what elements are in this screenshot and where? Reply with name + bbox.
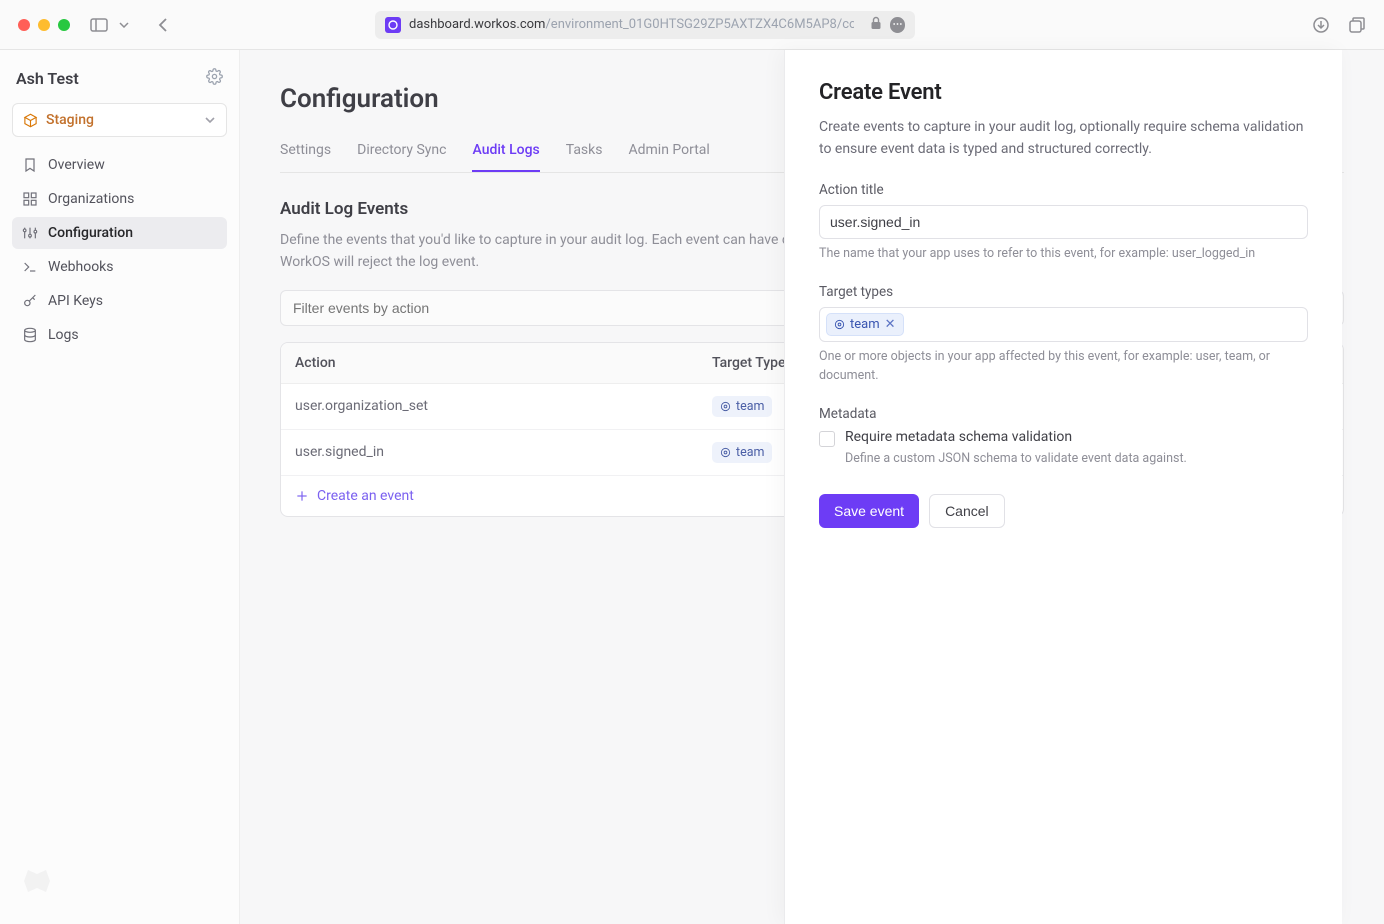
- tab-settings[interactable]: Settings: [280, 136, 331, 172]
- tab-tasks[interactable]: Tasks: [566, 136, 603, 172]
- panel-desc: Create events to capture in your audit l…: [819, 117, 1308, 160]
- lock-icon: [870, 16, 882, 34]
- action-title-help: The name that your app uses to refer to …: [819, 245, 1308, 264]
- gear-icon[interactable]: [206, 68, 223, 89]
- target-types-label: Target types: [819, 284, 1308, 300]
- environment-label: Staging: [46, 112, 94, 128]
- maximize-window-button[interactable]: [58, 19, 70, 31]
- create-event-label: Create an event: [317, 488, 414, 504]
- address-bar[interactable]: dashboard.workos.com/environment_01G0HTS…: [375, 11, 915, 39]
- nav-logs[interactable]: Logs: [12, 319, 227, 351]
- grid-icon: [22, 191, 38, 207]
- panel-title: Create Event: [819, 80, 1308, 105]
- url-domain: dashboard.workos.com: [409, 17, 545, 32]
- cancel-button[interactable]: Cancel: [929, 494, 1005, 528]
- tabs-icon[interactable]: [1348, 16, 1366, 34]
- sliders-icon: [22, 225, 38, 241]
- sidebar: Ash Test Staging Overview Organizations: [0, 50, 240, 924]
- back-button[interactable]: [154, 16, 172, 34]
- target-icon: [834, 319, 845, 330]
- remove-chip-icon[interactable]: ✕: [885, 317, 896, 332]
- nav-organizations[interactable]: Organizations: [12, 183, 227, 215]
- tab-directory-sync[interactable]: Directory Sync: [357, 136, 446, 172]
- metadata-checkbox-help: Define a custom JSON schema to validate …: [845, 451, 1308, 466]
- target-icon: [720, 401, 731, 412]
- close-window-button[interactable]: [18, 19, 30, 31]
- plus-icon: [295, 489, 309, 503]
- minimize-window-button[interactable]: [38, 19, 50, 31]
- downloads-icon[interactable]: [1312, 16, 1330, 34]
- window-controls: [18, 19, 70, 31]
- metadata-checkbox-label: Require metadata schema validation: [845, 429, 1072, 445]
- target-icon: [720, 447, 731, 458]
- workspace-name: Ash Test: [16, 69, 79, 88]
- nav-label: API Keys: [48, 293, 103, 309]
- site-favicon: [385, 17, 401, 33]
- target-chip: team ✕: [826, 313, 904, 336]
- target-types-input[interactable]: team ✕: [819, 307, 1308, 342]
- metadata-checkbox[interactable]: [819, 431, 835, 447]
- nav-overview[interactable]: Overview: [12, 149, 227, 181]
- environment-selector[interactable]: Staging: [12, 103, 227, 137]
- database-icon: [22, 327, 38, 343]
- create-event-panel: Create Event Create events to capture in…: [784, 50, 1342, 924]
- tab-audit-logs[interactable]: Audit Logs: [472, 136, 539, 172]
- url-path: /environment_01G0HTSG29ZP5AXTZX4C6M5AP8/…: [545, 17, 853, 32]
- cell-action: user.organization_set: [295, 398, 712, 414]
- target-tag: team: [712, 396, 772, 417]
- sidebar-toggle-icon[interactable]: [90, 16, 108, 34]
- action-title-label: Action title: [819, 182, 1308, 198]
- nav-label: Logs: [48, 327, 79, 343]
- nav-api-keys[interactable]: API Keys: [12, 285, 227, 317]
- th-action: Action: [295, 355, 712, 371]
- terminal-icon: [22, 259, 38, 275]
- target-types-help: One or more objects in your app affected…: [819, 348, 1308, 386]
- workos-logo: [20, 864, 54, 898]
- cell-action: user.signed_in: [295, 444, 712, 460]
- key-icon: [22, 293, 38, 309]
- nav-configuration[interactable]: Configuration: [12, 217, 227, 249]
- cube-icon: [23, 113, 38, 128]
- metadata-label: Metadata: [819, 406, 1308, 422]
- chevron-down-icon: [204, 112, 216, 128]
- bookmark-icon: [22, 157, 38, 173]
- nav-label: Configuration: [48, 225, 133, 241]
- nav-label: Overview: [48, 157, 105, 173]
- tab-admin-portal[interactable]: Admin Portal: [628, 136, 709, 172]
- page-actions-icon[interactable]: ⋯: [890, 17, 906, 33]
- save-button[interactable]: Save event: [819, 494, 919, 528]
- action-title-input[interactable]: [819, 205, 1308, 239]
- nav-webhooks[interactable]: Webhooks: [12, 251, 227, 283]
- nav-label: Webhooks: [48, 259, 114, 275]
- target-tag: team: [712, 442, 772, 463]
- nav-label: Organizations: [48, 191, 134, 207]
- chevron-down-icon[interactable]: [118, 16, 130, 34]
- browser-chrome: dashboard.workos.com/environment_01G0HTS…: [0, 0, 1384, 50]
